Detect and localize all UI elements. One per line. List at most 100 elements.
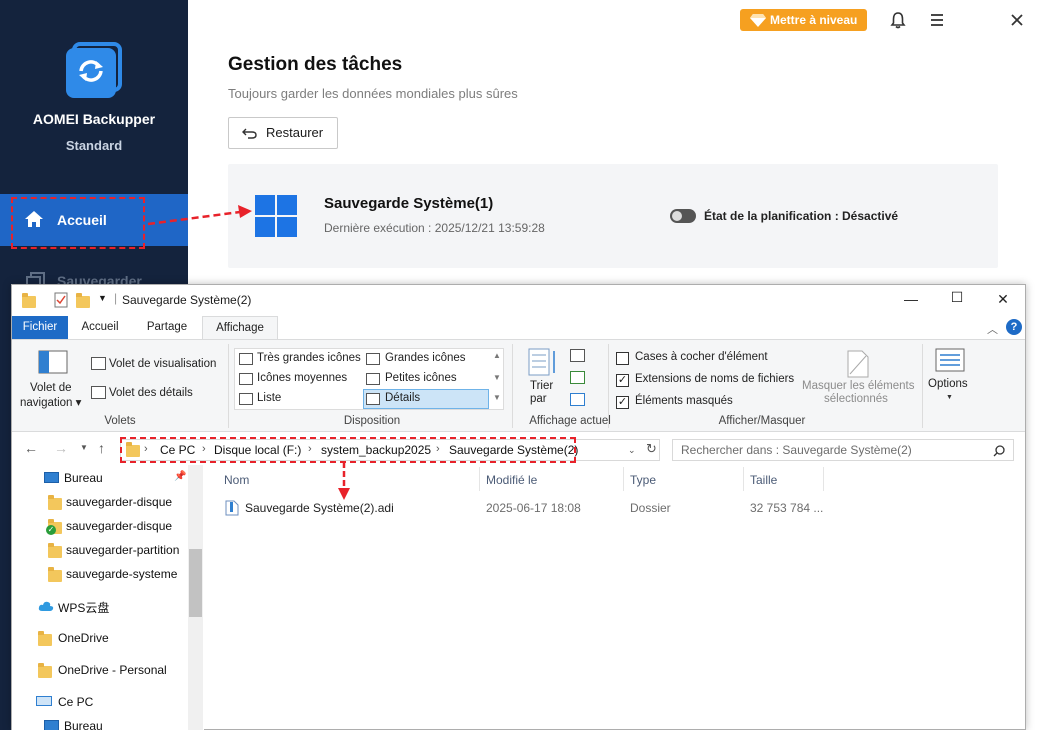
layout-details[interactable]: Détails [385,392,420,404]
tab-share[interactable]: Partage [138,316,196,339]
tab-home[interactable]: Accueil [72,316,128,339]
add-columns-icon[interactable] [570,371,585,384]
tree-item-label: sauvegarde-systeme [66,567,178,581]
scroll-thumb[interactable] [189,549,202,617]
layout-list[interactable]: Liste [257,392,281,404]
restore-button[interactable]: Restaurer [228,117,338,149]
options-button[interactable]: Options ▼ [926,348,974,412]
preview-pane-button[interactable]: Volet de visualisation [109,358,216,370]
schedule-status: État de la planification : Désactivé [670,209,898,223]
close-icon[interactable] [1008,11,1026,29]
desktop-icon [44,720,59,730]
file-extensions-checkbox[interactable]: ✓ [616,374,629,387]
navigation-pane-icon [38,350,68,374]
gallery-scroll-down-icon[interactable]: ▼ [493,373,501,382]
row-name: Sauvegarde Système(2).adi [245,501,394,515]
schedule-status-label: État de la planification : Désactivé [704,209,899,223]
cloud-icon [38,601,54,611]
group-by-icon[interactable] [570,349,585,362]
minimize-icon[interactable]: — [902,291,920,307]
zip-file-icon [225,500,239,516]
preview-pane-icon [91,357,106,370]
upgrade-button[interactable]: Mettre à niveau [740,9,867,31]
highlight-box-address [120,437,576,463]
sort-by-button[interactable]: Trier par [526,348,560,412]
menu-icon[interactable] [928,11,946,29]
tree-item-label: WPS云盘 [58,601,110,615]
schedule-toggle[interactable] [670,209,696,223]
extra-large-icons-icon [239,353,253,365]
back-arrow-icon[interactable]: ← [24,440,38,456]
new-folder-icon[interactable] [76,293,90,308]
properties-icon[interactable] [54,292,68,308]
folder-icon [48,567,62,582]
navigation-tree: Bureau 📌 sauvegarder-disque ✓ sauvegarde… [12,465,204,730]
row-type: Dossier [630,501,671,515]
gallery-scroll-up-icon[interactable]: ▲ [493,351,501,360]
tree-item-label: sauvegarder-disque [66,519,173,533]
address-dropdown-icon[interactable]: ⌄ [628,445,636,456]
file-list: Nom Modifié le Type Taille Sauvegarde Sy… [204,465,1024,730]
sync-check-icon: ✓ [46,525,56,535]
gallery-more-icon[interactable]: ▼ [493,393,501,402]
pin-icon[interactable]: 📌 [174,471,186,482]
tab-view[interactable]: Affichage [202,316,278,340]
tree-item-label: OneDrive - Personal [58,663,167,677]
item-checkboxes-label: Cases à cocher d'élément [635,351,768,363]
group-label-show-hide: Afficher/Masquer [718,415,806,427]
ribbon-view: Volet de navigation ▾ Volet de visualisa… [12,339,1025,432]
file-explorer-window: ▼ | Sauvegarde Système(2) — ☐ ✕ Fichier … [11,284,1026,730]
recent-locations-icon[interactable]: ▼ [80,443,88,452]
item-checkboxes-checkbox[interactable] [616,352,629,365]
search-input[interactable]: Rechercher dans : Sauvegarde Système(2) [672,439,1014,461]
size-columns-icon[interactable] [570,393,585,406]
ribbon-separator [608,344,609,428]
restore-label: Restaurer [266,125,324,140]
tree-scrollbar[interactable] [188,465,203,730]
details-pane-icon [91,386,106,399]
chevron-up-icon[interactable]: ︿ [987,321,998,337]
layout-medium[interactable]: Icônes moyennes [257,372,347,384]
layout-large[interactable]: Grandes icônes [385,352,466,364]
hide-selected-label-1: Masquer les éléments [802,380,915,392]
maximize-icon[interactable]: ☐ [948,289,966,306]
task-card[interactable]: Sauvegarde Système(1) Dernière exécution… [228,164,998,268]
details-pane-button[interactable]: Volet des détails [109,387,193,399]
chevron-down-icon: ▼ [946,394,953,401]
nav-pane-label: navigation ▾ [20,397,82,409]
brand-edition: Standard [65,138,123,153]
layout-gallery: Très grandes icônes Grandes icônes Icône… [234,348,504,410]
search-placeholder: Rechercher dans : Sauvegarde Système(2) [681,443,912,457]
close-window-icon[interactable]: ✕ [994,291,1012,308]
options-label: Options [928,378,968,390]
layout-extra-large[interactable]: Très grandes icônes [257,352,361,364]
brand-name: AOMEI Backupper [32,111,156,127]
hidden-items-checkbox[interactable]: ✓ [616,396,629,409]
titlebar-separator: | [114,291,118,305]
large-icons-icon [366,353,380,365]
address-row: ← → ▼ ↑ › Ce PC › Disque local (F:) › sy… [12,435,1025,463]
folder-icon [38,663,52,678]
refresh-icon[interactable]: ↻ [646,441,657,457]
computer-icon [36,696,52,706]
tree-item-label: OneDrive [58,631,109,645]
tree-item-label: Bureau [64,719,103,730]
task-title: Sauvegarde Système(1) [324,195,494,212]
chevron-down-icon[interactable]: ▼ [98,293,107,303]
up-arrow-icon[interactable]: ↑ [98,440,105,456]
help-icon[interactable]: ? [1006,319,1022,335]
screen: AOMEI Backupper Standard Accueil Sauvega… [0,0,1040,730]
nav-pane-button[interactable]: Volet de navigation ▾ [18,346,84,410]
ribbon-separator [228,344,229,428]
forward-arrow-icon[interactable]: → [54,440,68,456]
hide-selected-button[interactable]: Masquer les éléments sélectionnés [800,346,918,412]
folder-icon [48,495,62,510]
windows-logo-icon [255,195,297,237]
group-label-current-view: Affichage actuel [529,415,611,427]
row-modified: 2025-06-17 18:08 [486,501,581,515]
bell-icon[interactable] [889,11,907,29]
hidden-items-label: Éléments masqués [635,395,733,407]
table-row[interactable]: Sauvegarde Système(2).adi 2025-06-17 18:… [204,465,904,525]
tab-file[interactable]: Fichier [12,316,68,339]
layout-small[interactable]: Petites icônes [385,372,457,384]
